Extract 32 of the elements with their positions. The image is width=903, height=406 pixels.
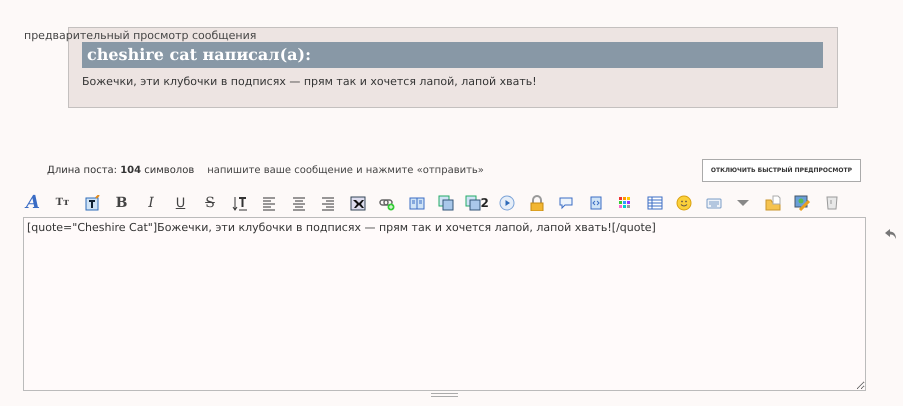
underline-icon[interactable]: U bbox=[170, 192, 192, 214]
font-size-icon[interactable]: Tт bbox=[52, 192, 74, 214]
edit-picture-icon[interactable] bbox=[794, 195, 810, 211]
preview-label: предварительный просмотр сообщения bbox=[24, 30, 256, 41]
book-icon[interactable] bbox=[408, 195, 424, 211]
font-icon[interactable]: A bbox=[22, 192, 44, 214]
bold-icon[interactable]: B bbox=[110, 192, 132, 214]
align-left-icon[interactable] bbox=[261, 195, 277, 211]
copy-icon[interactable] bbox=[438, 195, 454, 211]
folder-icon[interactable] bbox=[764, 195, 781, 211]
text-height-icon[interactable] bbox=[232, 195, 248, 211]
resize-handle[interactable] bbox=[431, 393, 458, 398]
align-right-icon[interactable] bbox=[320, 195, 336, 211]
hint-text: напишите ваше сообщение и нажмите «отправить» bbox=[207, 164, 484, 178]
smiley-icon[interactable] bbox=[676, 195, 692, 211]
message-field[interactable]: [quote="Cheshire Cat"]Божечки, эти клубочки в подписях — прям так и хочется лапой, лапой хвать![/quote] bbox=[23, 217, 866, 391]
speech-bubble-icon[interactable] bbox=[558, 195, 574, 211]
quote-header: cheshire cat написал(а): bbox=[82, 42, 823, 68]
undo-icon[interactable] bbox=[885, 229, 897, 239]
play-icon[interactable] bbox=[499, 195, 516, 211]
quote-text: Божечки, эти клубочки в подписях — прям так и хочется лапой, лапой хвать! bbox=[82, 74, 538, 90]
text-pen-icon[interactable] bbox=[84, 195, 100, 211]
italic-icon[interactable]: I bbox=[140, 192, 162, 214]
disable-preview-button[interactable]: отключить быстрый предпросмотр bbox=[702, 159, 861, 182]
count-label: 2 bbox=[480, 197, 489, 209]
script-icon[interactable] bbox=[588, 195, 604, 211]
strikethrough-icon[interactable]: S bbox=[199, 192, 221, 214]
copy-icon[interactable] bbox=[464, 195, 480, 211]
post-length: Длина поста: 104 символов bbox=[47, 164, 194, 178]
table-icon[interactable] bbox=[646, 195, 663, 211]
lock-icon[interactable] bbox=[528, 195, 545, 211]
align-center-icon[interactable] bbox=[290, 195, 306, 211]
